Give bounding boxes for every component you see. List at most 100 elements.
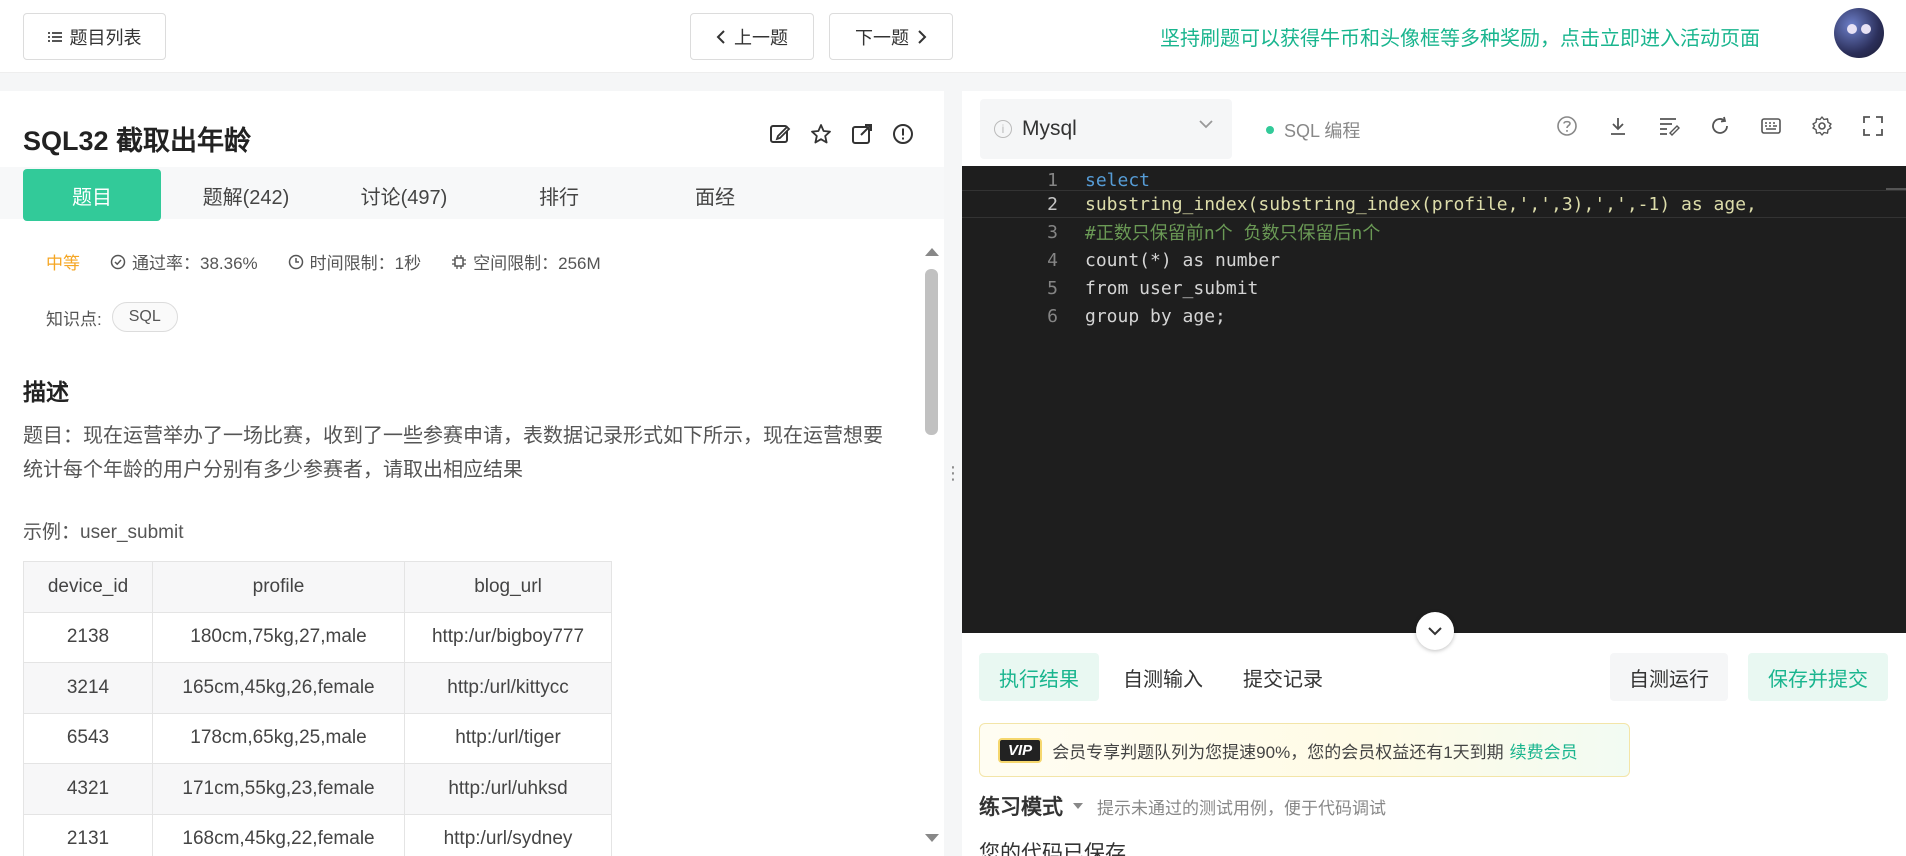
- line-number: 1: [1047, 169, 1058, 191]
- line-number: 6: [1047, 305, 1058, 327]
- knowledge-tag[interactable]: SQL: [111, 302, 178, 332]
- title-actions: [769, 123, 914, 145]
- table-header: device_id: [23, 561, 153, 613]
- scroll-down-arrow[interactable]: [925, 834, 939, 842]
- table-row: 4321 171cm,55kg,23,female http:/url/uhks…: [23, 763, 612, 815]
- table-cell: 2138: [23, 611, 153, 663]
- language-select[interactable]: i Mysql: [980, 99, 1232, 159]
- table-cell: 180cm,75kg,27,male: [152, 611, 405, 663]
- tab-interview[interactable]: 面经: [646, 169, 784, 221]
- vip-notice: VIP 会员专享判题队列为您提速90%，您的会员权益还有1天到期 续费会员: [979, 723, 1630, 777]
- question-panel: SQL32 截取出年龄 题目 题解(242) 讨论(497) 排行 面经 中等 …: [0, 91, 944, 856]
- fullscreen-icon[interactable]: [1862, 115, 1884, 137]
- collapse-editor-button[interactable]: [1416, 612, 1454, 650]
- language-value: Mysql: [1022, 117, 1077, 140]
- line-number: 2: [1047, 193, 1058, 215]
- chevron-left-icon: [716, 29, 725, 44]
- question-meta: 中等 通过率：38.36% 时间限制：1秒 空间限制：256M: [46, 249, 631, 274]
- renew-membership-link[interactable]: 续费会员: [1510, 738, 1578, 763]
- knowledge-points: 知识点: SQL: [46, 302, 178, 332]
- next-question-label: 下一题: [855, 27, 909, 48]
- description-text: 题目：现在运营举办了一场比赛，收到了一些参赛申请，表数据记录形式如下所示，现在运…: [23, 425, 883, 481]
- table-cell: http:/ur/bigboy777: [404, 611, 612, 663]
- chevron-down-icon: [1428, 626, 1442, 635]
- table-cell: http:/url/sydney: [404, 813, 612, 856]
- description-heading: 描述: [23, 379, 69, 405]
- tab-solutions[interactable]: 题解(242): [177, 169, 315, 221]
- scrollbar-thumb[interactable]: [925, 269, 938, 435]
- editor-tools: [1556, 115, 1906, 137]
- scroll-up-arrow[interactable]: [925, 248, 939, 256]
- code-editor[interactable]: 1 select 2 substring_index(substring_ind…: [962, 166, 1906, 633]
- editor-mode-label: SQL 编程: [1284, 121, 1361, 141]
- code-text: count(*) as number: [1085, 249, 1281, 271]
- download-icon[interactable]: [1607, 115, 1629, 137]
- table-cell: http:/url/kittycc: [404, 662, 612, 714]
- prev-question-label: 上一题: [734, 27, 788, 48]
- prev-question-button[interactable]: 上一题: [690, 13, 814, 60]
- tab-run-result[interactable]: 执行结果: [979, 653, 1099, 701]
- code-line: 6 group by age;: [962, 302, 1906, 330]
- editor-toolbar: i Mysql SQL 编程: [962, 91, 1906, 166]
- practice-mode-select[interactable]: 练习模式: [979, 791, 1063, 821]
- self-test-run-button[interactable]: 自测运行: [1610, 653, 1728, 701]
- table-cell: 4321: [23, 763, 153, 815]
- panel-resize-handle[interactable]: ⋮: [944, 91, 962, 856]
- edit-icon[interactable]: [769, 123, 791, 145]
- table-cell: 168cm,45kg,22,female: [152, 813, 405, 856]
- clock-icon: [288, 254, 303, 269]
- refresh-icon[interactable]: [1709, 115, 1731, 137]
- tab-question[interactable]: 题目: [23, 169, 161, 221]
- avatar[interactable]: [1834, 8, 1884, 58]
- tab-ranking[interactable]: 排行: [490, 169, 628, 221]
- table-cell: http:/url/tiger: [404, 712, 612, 764]
- table-row: 3214 165cm,45kg,26,female http:/url/kitt…: [23, 662, 612, 714]
- pass-rate-text: 通过率：38.36%: [132, 254, 258, 273]
- next-question-button[interactable]: 下一题: [829, 13, 953, 60]
- code-line-current: 2 substring_index(substring_index(profil…: [962, 190, 1906, 218]
- star-icon[interactable]: [810, 123, 832, 145]
- editor-mode: SQL 编程: [1266, 117, 1360, 143]
- gear-icon[interactable]: [1811, 115, 1833, 137]
- tab-submissions[interactable]: 提交记录: [1223, 653, 1343, 701]
- check-circle-icon: [110, 254, 126, 269]
- line-number: 3: [1047, 221, 1058, 243]
- report-icon[interactable]: [892, 123, 914, 145]
- difficulty-badge: 中等: [46, 254, 80, 273]
- knowledge-label: 知识点:: [46, 309, 102, 329]
- activity-promo-link[interactable]: 坚持刷题可以获得牛币和头像框等多种奖励，点击立即进入活动页面: [1160, 22, 1760, 51]
- tab-discussion[interactable]: 讨论(497): [335, 169, 473, 221]
- keyboard-icon[interactable]: [1760, 115, 1782, 137]
- table-header: blog_url: [404, 561, 612, 613]
- practice-hint: 提示未通过的测试用例，便于代码调试: [1097, 798, 1386, 818]
- editor-panel: i Mysql SQL 编程 1 select 2 substring_inde…: [962, 91, 1906, 856]
- time-limit-text: 时间限制：1秒: [309, 254, 422, 273]
- format-icon[interactable]: [1658, 115, 1680, 137]
- top-bar: 题目列表 上一题 下一题 坚持刷题可以获得牛币和头像框等多种奖励，点击立即进入活…: [0, 0, 1906, 73]
- code-text: group by age;: [1085, 305, 1226, 327]
- code-line: 3 #正数只保留前n个 负数只保留后n个: [962, 218, 1906, 246]
- code-text: substring_index(substring_index(profile,…: [1085, 193, 1757, 215]
- table-row: 2131 168cm,45kg,22,female http:/url/sydn…: [23, 813, 612, 856]
- line-number: 4: [1047, 249, 1058, 271]
- chip-icon: [452, 254, 467, 269]
- example-table: device_id profile blog_url 2138 180cm,75…: [23, 561, 612, 856]
- help-icon[interactable]: [1556, 115, 1578, 137]
- time-limit: 时间限制：1秒: [288, 249, 421, 274]
- code-text: from user_submit: [1085, 277, 1259, 299]
- line-number: 5: [1047, 277, 1058, 299]
- table-cell: 3214: [23, 662, 153, 714]
- table-cell: 165cm,45kg,26,female: [152, 662, 405, 714]
- question-tabs: 题目 题解(242) 讨论(497) 排行 面经: [0, 167, 944, 221]
- question-list-label: 题目列表: [69, 27, 142, 48]
- save-submit-button[interactable]: 保存并提交: [1748, 653, 1888, 701]
- space-limit-text: 空间限制：256M: [473, 254, 601, 273]
- code-comment: #正数只保留前n个 负数只保留后n个: [1085, 223, 1381, 244]
- tab-custom-input[interactable]: 自测输入: [1103, 653, 1223, 701]
- share-icon[interactable]: [851, 123, 873, 145]
- caret-down-icon[interactable]: [1073, 803, 1083, 809]
- table-cell: http:/url/uhksd: [404, 763, 612, 815]
- practice-mode: 练习模式 提示未通过的测试用例，便于代码调试: [979, 791, 1386, 821]
- list-icon: [47, 31, 62, 42]
- question-list-button[interactable]: 题目列表: [23, 13, 166, 60]
